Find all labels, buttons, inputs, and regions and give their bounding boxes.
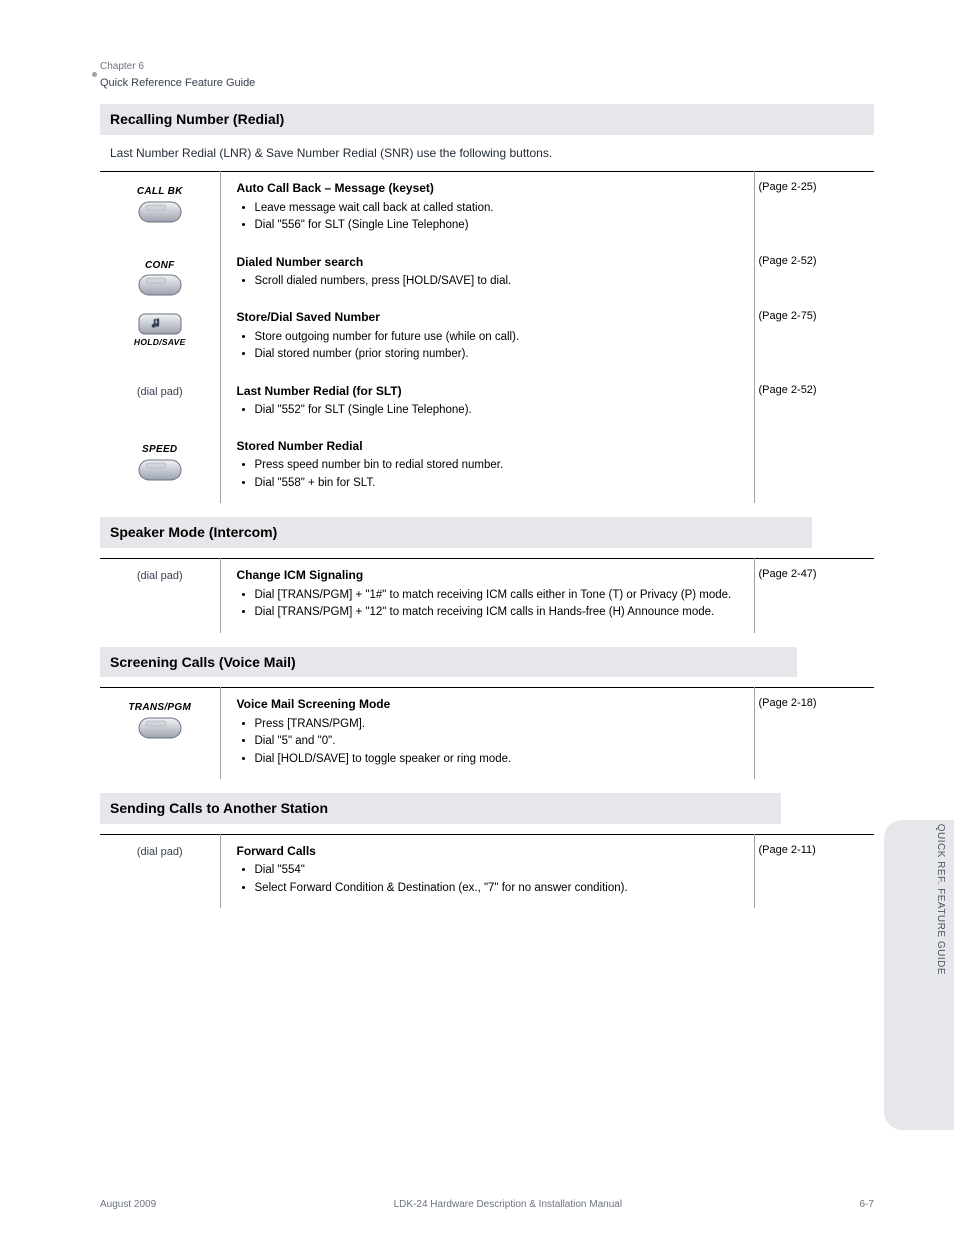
dial-pad-label-3: (dial pad) — [106, 845, 214, 860]
table-row: (dial pad) Forward Calls Dial "554" Selec… — [100, 835, 874, 909]
feature-step: Dial [TRANS/PGM] + "1#" to match receivi… — [255, 588, 744, 604]
decorative-bullet — [92, 72, 97, 77]
table-row: HOLD/SAVE Store/Dial Saved Number Store … — [100, 301, 874, 374]
feature-step: Scroll dialed numbers, press [HOLD/SAVE]… — [255, 274, 744, 290]
chapter-title: Quick Reference Feature Guide — [100, 76, 874, 91]
feature-title: Stored Number Redial — [237, 438, 744, 454]
page-footer: August 2009 LDK-24 Hardware Description … — [100, 1198, 874, 1212]
feature-step: Dial "5" and "0". — [255, 734, 744, 750]
side-tab-label: QUICK REF. FEATURE GUIDE — [933, 824, 947, 975]
page-ref-link[interactable]: (Page 2-18) — [759, 697, 817, 709]
table-row: (dial pad) Change ICM Signaling Dial [TR… — [100, 559, 874, 633]
feature-title: Voice Mail Screening Mode — [237, 696, 744, 712]
feature-step: Dial "552" for SLT (Single Line Telephon… — [255, 403, 744, 419]
call-back-button: CALL BK — [137, 185, 183, 223]
feature-step: Store outgoing number for future use (wh… — [255, 330, 744, 346]
page-ref-link[interactable]: (Page 2-52) — [759, 255, 817, 267]
page-ref-link[interactable]: (Page 2-47) — [759, 568, 817, 580]
feature-step: Leave message wait call back at called s… — [255, 201, 744, 217]
button-sublabel: HOLD/SAVE — [134, 337, 186, 348]
trans-pgm-button: TRANS/PGM — [128, 701, 191, 739]
feature-table: (dial pad) Change ICM Signaling Dial [TR… — [100, 558, 874, 632]
page-ref-link[interactable]: (Page 2-25) — [759, 181, 817, 193]
table-row: (dial pad) Last Number Redial (for SLT) … — [100, 375, 874, 431]
dial-pad-label-2: (dial pad) — [106, 569, 214, 584]
table-row: CALL BK Auto Call Back – Message (keyset… — [100, 172, 874, 246]
feature-step: Press [TRANS/PGM]. — [255, 717, 744, 733]
feature-step: Select Forward Condition & Destination (… — [255, 881, 744, 897]
footer-page: 6-7 — [860, 1198, 874, 1212]
feature-step: Press speed number bin to redial stored … — [255, 458, 744, 474]
conf-button: CONF — [138, 259, 182, 297]
feature-step: Dial "554" — [255, 863, 744, 879]
feature-step: Dial "556" for SLT (Single Line Telephon… — [255, 218, 744, 234]
table-row: TRANS/PGM Voice Mail Screening Mode Pres… — [100, 688, 874, 779]
footer-date: August 2009 — [100, 1198, 156, 1212]
feature-title: Store/Dial Saved Number — [237, 309, 744, 325]
page-ref-link[interactable]: (Page 2-75) — [759, 310, 817, 322]
button-label: CALL BK — [137, 185, 183, 199]
side-tab: QUICK REF. FEATURE GUIDE — [884, 820, 954, 1130]
feature-title: Auto Call Back – Message (keyset) — [237, 180, 744, 196]
feature-step: Dial [HOLD/SAVE] to toggle speaker or ri… — [255, 752, 744, 768]
feature-table: TRANS/PGM Voice Mail Screening Mode Pres… — [100, 687, 874, 779]
section-description: Last Number Redial (LNR) & Save Number R… — [110, 145, 810, 161]
hold-save-button: HOLD/SAVE — [134, 311, 186, 350]
feature-table: CALL BK Auto Call Back – Message (keyset… — [100, 171, 874, 503]
table-row: SPEED Stored Number Redial Press speed n… — [100, 430, 874, 503]
section-heading: Sending Calls to Another Station — [100, 793, 781, 824]
feature-title: Change ICM Signaling — [237, 567, 744, 583]
feature-step: Dial stored number (prior storing number… — [255, 347, 744, 363]
feature-table: (dial pad) Forward Calls Dial "554" Selec… — [100, 834, 874, 908]
chapter-label: Chapter 6 — [100, 60, 874, 74]
feature-step: Dial "558" + bin for SLT. — [255, 476, 744, 492]
feature-title: Last Number Redial (for SLT) — [237, 383, 744, 399]
section-heading: Recalling Number (Redial) — [100, 104, 874, 135]
button-label: CONF — [138, 259, 182, 273]
footer-title: LDK-24 Hardware Description & Installati… — [394, 1198, 622, 1212]
button-label: SPEED — [138, 443, 182, 457]
feature-title: Forward Calls — [237, 843, 744, 859]
page-ref-link[interactable]: (Page 2-52) — [759, 384, 817, 396]
section-heading: Screening Calls (Voice Mail) — [100, 647, 797, 678]
feature-step: Dial [TRANS/PGM] + "12" to match receivi… — [255, 605, 744, 621]
speed-button: SPEED — [138, 443, 182, 481]
page-ref-link[interactable]: (Page 2-11) — [759, 844, 816, 856]
feature-title: Dialed Number search — [237, 254, 744, 270]
section-heading: Speaker Mode (Intercom) — [100, 517, 812, 548]
button-label: TRANS/PGM — [128, 701, 191, 715]
dial-pad-label: (dial pad) — [106, 385, 214, 400]
table-row: CONF Dialed Number search Scroll dialed … — [100, 246, 874, 302]
